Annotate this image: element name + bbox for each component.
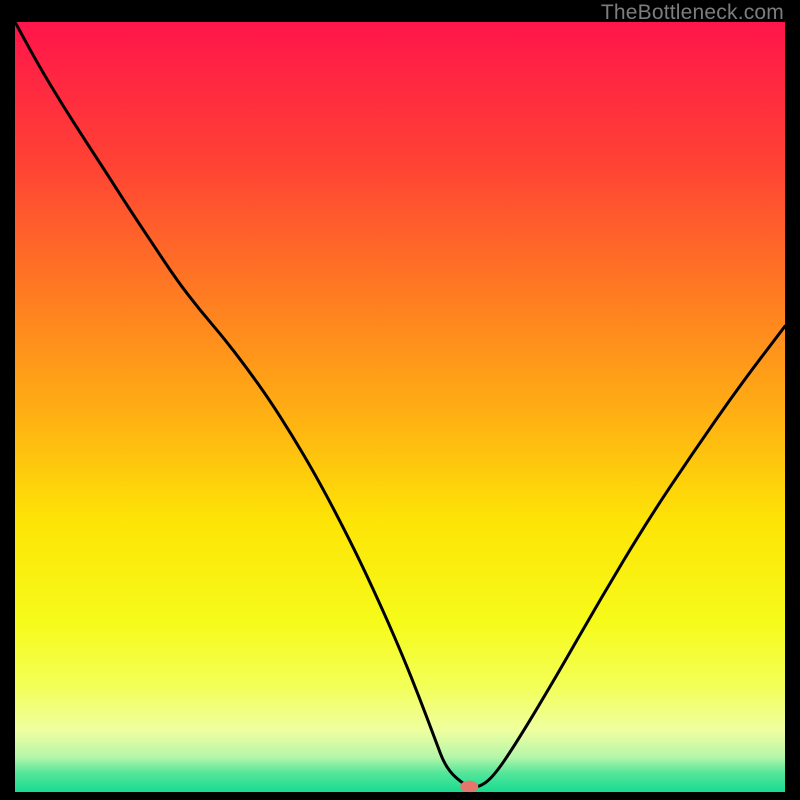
plot-area <box>15 22 785 792</box>
bottleneck-chart <box>15 22 785 792</box>
gradient-background <box>15 22 785 792</box>
chart-frame: TheBottleneck.com <box>0 0 800 800</box>
